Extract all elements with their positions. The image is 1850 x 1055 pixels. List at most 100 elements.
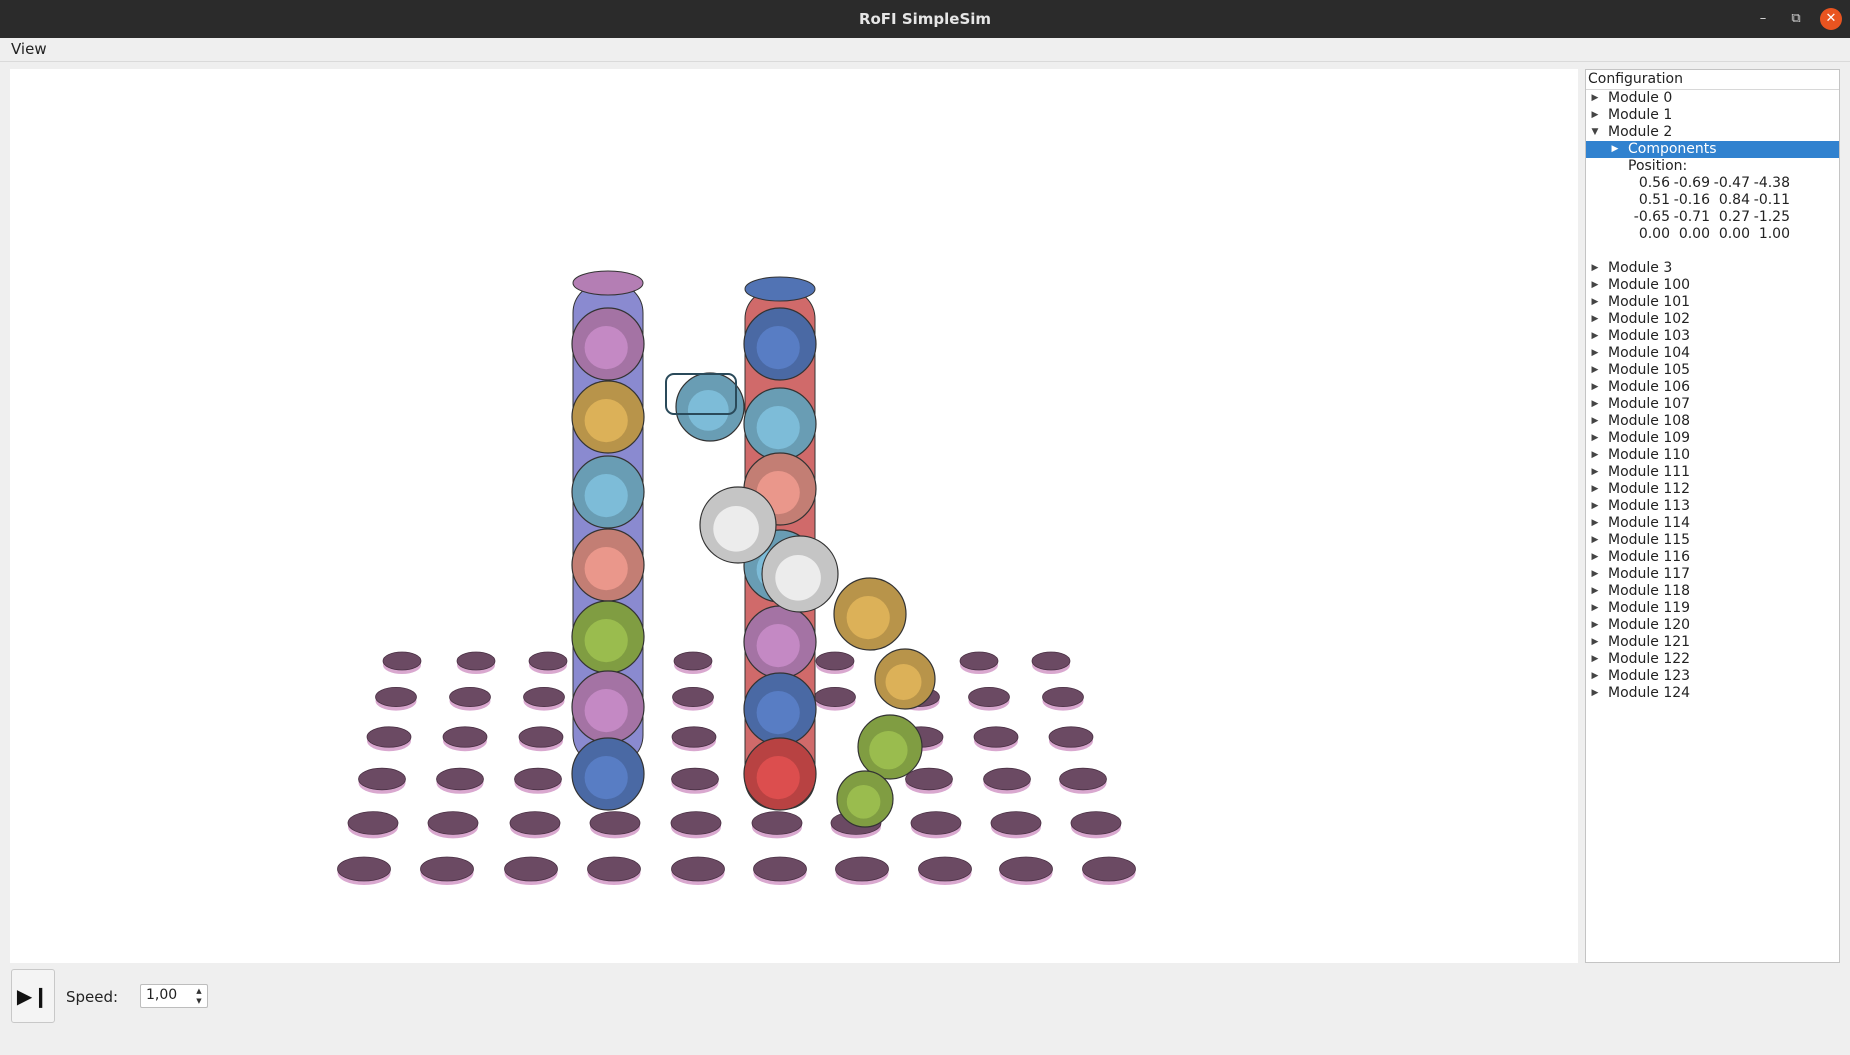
expand-right-icon[interactable]: ▶ <box>1589 277 1601 294</box>
tree-item-module[interactable]: ▶ Module 105 <box>1586 362 1839 379</box>
tree-item-module[interactable]: ▶ Module 112 <box>1586 481 1839 498</box>
tree-item-module[interactable]: ▶ Module 115 <box>1586 532 1839 549</box>
expand-right-icon[interactable]: ▶ <box>1589 515 1601 532</box>
expand-right-icon[interactable]: ▶ <box>1589 328 1601 345</box>
expand-right-icon[interactable]: ▶ <box>1589 396 1601 413</box>
tree-item-module[interactable]: ▶ Module 108 <box>1586 413 1839 430</box>
expand-right-icon[interactable]: ▶ <box>1589 566 1601 583</box>
grid-pad <box>436 767 484 791</box>
tree-item-module[interactable]: ▶ Module 124 <box>1586 685 1839 702</box>
tree-item-module[interactable]: ▶ Module 103 <box>1586 328 1839 345</box>
expand-right-icon[interactable]: ▶ <box>1589 685 1601 702</box>
expand-right-icon[interactable]: ▶ <box>1589 294 1601 311</box>
grid-pad <box>910 811 962 835</box>
tree-item-module[interactable]: ▶ Module 117 <box>1586 566 1839 583</box>
3d-viewport[interactable] <box>10 69 1578 963</box>
grid-pad <box>518 726 564 748</box>
expand-right-icon[interactable]: ▶ <box>1589 90 1601 107</box>
expand-right-icon[interactable]: ▶ <box>1589 107 1601 124</box>
tree-item-label: Module 103 <box>1608 328 1691 344</box>
expand-right-icon[interactable]: ▶ <box>1589 583 1601 600</box>
right-tower-module-highlight <box>756 326 800 370</box>
tree-item-components[interactable]: ▶ Components <box>1586 141 1839 158</box>
left-tower-module-highlight <box>584 399 628 443</box>
grid-pad <box>528 651 568 671</box>
tree-item-module[interactable]: ▶ Module 104 <box>1586 345 1839 362</box>
expand-right-icon[interactable]: ▶ <box>1589 379 1601 396</box>
matrix-cell: -1.25 <box>1753 209 1790 225</box>
menu-view[interactable]: View <box>11 40 47 58</box>
expand-right-icon[interactable]: ▶ <box>1589 260 1601 277</box>
expand-right-icon[interactable]: ▶ <box>1589 668 1601 685</box>
matrix-cell: 0.00 <box>1638 226 1670 242</box>
tree-item-module[interactable]: ▶ Module 120 <box>1586 617 1839 634</box>
matrix-cell: 0.00 <box>1718 226 1750 242</box>
spin-up-icon[interactable]: ▲ <box>194 986 204 996</box>
tree-item-module[interactable]: ▶ Module 101 <box>1586 294 1839 311</box>
play-pause-button[interactable]: ▶❙ <box>11 969 55 1023</box>
tree-item-label: Module 114 <box>1608 515 1691 531</box>
expand-right-icon[interactable]: ▶ <box>1589 498 1601 515</box>
tree-item-module[interactable]: ▶ Module 107 <box>1586 396 1839 413</box>
tree-item-module[interactable]: ▶ Module 119 <box>1586 600 1839 617</box>
speed-spinbox[interactable]: 1,00 ▲ ▼ <box>140 984 208 1008</box>
tree-item-module[interactable]: ▶ Module 106 <box>1586 379 1839 396</box>
grid-pad <box>670 811 722 835</box>
tree-item-module[interactable]: ▶ Module 102 <box>1586 311 1839 328</box>
spin-down-icon[interactable]: ▼ <box>194 996 204 1006</box>
tree-item-module[interactable]: ▶ Module 114 <box>1586 515 1839 532</box>
tree-item-module[interactable]: ▶ Module 100 <box>1586 277 1839 294</box>
close-icon[interactable]: ✕ <box>1820 8 1842 30</box>
tree-item-label: Module 111 <box>1608 464 1691 480</box>
expand-right-icon[interactable]: ▶ <box>1589 549 1601 566</box>
left-tower-module-highlight <box>584 547 628 591</box>
tree-item-module[interactable]: ▶ Module 3 <box>1586 260 1839 277</box>
configuration-tree[interactable]: Configuration ▶ Module 0 ▶ Module 1 ▼ Module … <box>1585 69 1840 963</box>
expand-right-icon[interactable]: ▶ <box>1589 430 1601 447</box>
grid-pad <box>918 856 972 882</box>
grid-pad <box>1042 687 1084 708</box>
tree-item-label: Module 3 <box>1608 260 1673 276</box>
expand-right-icon[interactable]: ▶ <box>1589 311 1601 328</box>
arm-module-white-highlight <box>713 506 759 552</box>
tree-item-module[interactable]: ▶ Module 121 <box>1586 634 1839 651</box>
tree-item-module[interactable]: ▶ Module 123 <box>1586 668 1839 685</box>
tree-item-module[interactable]: ▶ Module 116 <box>1586 549 1839 566</box>
tree-item-module[interactable]: ▶ Module 110 <box>1586 447 1839 464</box>
tree-item-module[interactable]: ▶ Module 1 <box>1586 107 1839 124</box>
tree-item-module[interactable]: ▶ Module 0 <box>1586 90 1839 107</box>
tree-item-module[interactable]: ▶ Module 111 <box>1586 464 1839 481</box>
tree-item-module[interactable]: ▶ Module 122 <box>1586 651 1839 668</box>
expand-right-icon[interactable]: ▶ <box>1589 651 1601 668</box>
tree-item-module[interactable]: ▶ Module 109 <box>1586 430 1839 447</box>
expand-right-icon[interactable]: ▶ <box>1589 600 1601 617</box>
grid-pad <box>420 856 474 882</box>
grid-pad <box>673 651 713 671</box>
expand-right-icon[interactable]: ▶ <box>1589 447 1601 464</box>
grid-pad <box>815 651 855 671</box>
expand-right-icon[interactable]: ▶ <box>1589 345 1601 362</box>
grid-pad <box>999 856 1053 882</box>
expand-right-icon[interactable]: ▶ <box>1609 141 1621 158</box>
tree-item-label: Module 118 <box>1608 583 1691 599</box>
expand-right-icon[interactable]: ▶ <box>1589 362 1601 379</box>
grid-pad <box>990 811 1042 835</box>
minimize-icon[interactable]: – <box>1753 9 1773 29</box>
expand-down-icon[interactable]: ▼ <box>1589 124 1601 141</box>
tree-item-module-expanded[interactable]: ▼ Module 2 <box>1586 124 1839 141</box>
grid-pad <box>504 856 558 882</box>
expand-right-icon[interactable]: ▶ <box>1589 464 1601 481</box>
speed-value[interactable]: 1,00 <box>146 987 177 1003</box>
expand-right-icon[interactable]: ▶ <box>1589 481 1601 498</box>
maximize-icon[interactable]: ⧉ <box>1786 9 1806 29</box>
tree-item-module[interactable]: ▶ Module 118 <box>1586 583 1839 600</box>
grid-pad <box>427 811 479 835</box>
grid-pad <box>337 856 391 882</box>
tree-item-module[interactable]: ▶ Module 113 <box>1586 498 1839 515</box>
expand-right-icon[interactable]: ▶ <box>1589 617 1601 634</box>
speed-label: Speed: <box>66 988 119 1006</box>
expand-right-icon[interactable]: ▶ <box>1589 532 1601 549</box>
expand-right-icon[interactable]: ▶ <box>1589 413 1601 430</box>
expand-right-icon[interactable]: ▶ <box>1589 634 1601 651</box>
grid-pad <box>1059 767 1107 791</box>
